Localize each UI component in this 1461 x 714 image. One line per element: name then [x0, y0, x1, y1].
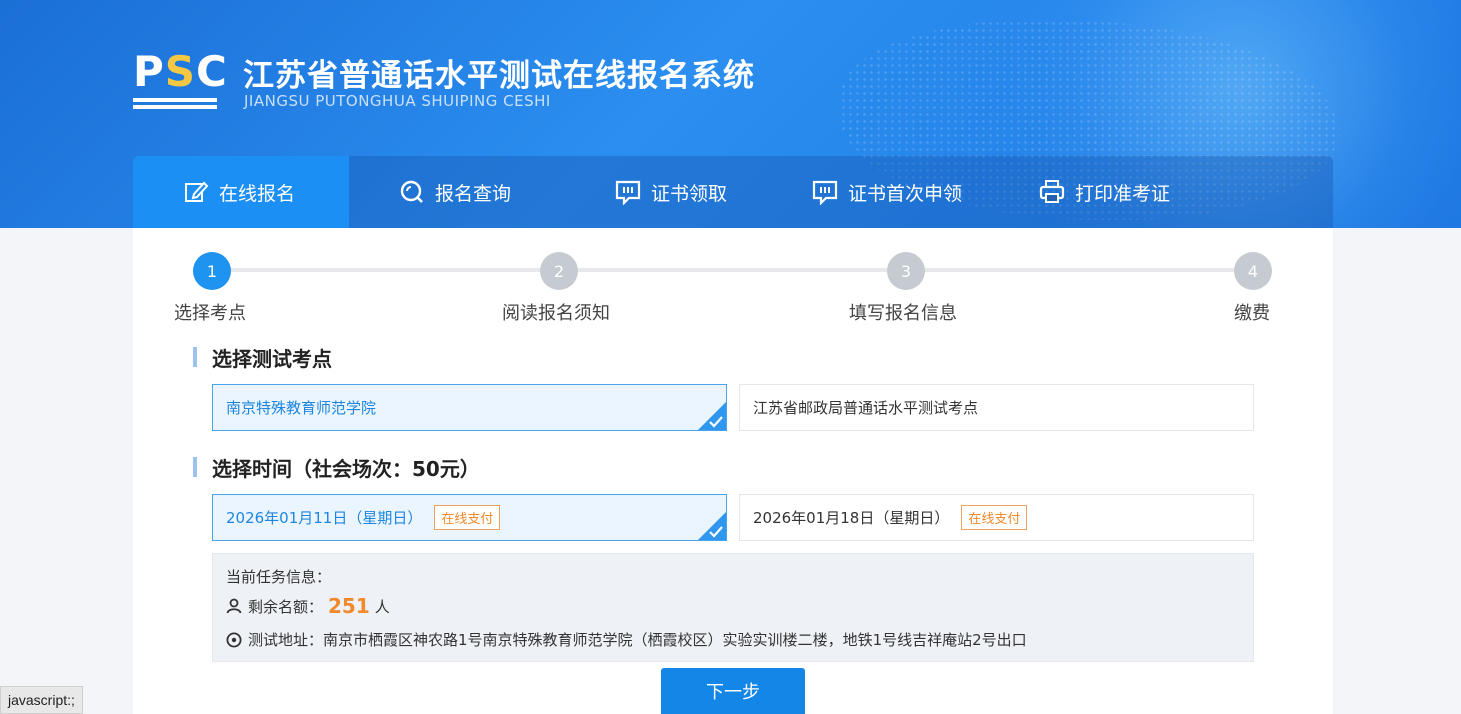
address-row: 测试地址： 南京市栖霞区神农路1号南京特殊教育师范学院（栖霞校区）实验实训楼二楼… [226, 629, 1027, 650]
next-button[interactable]: 下一步 [661, 668, 805, 714]
site-header: PSC 江苏省普通话水平测试在线报名系统 JIANGSU PUTONGHUA S… [0, 0, 1461, 228]
remaining-unit: 人 [374, 597, 390, 616]
nav-registration-query[interactable]: 报名查询 [399, 156, 511, 228]
step-label-3: 填写报名信息 [849, 303, 957, 324]
nav-certificate-first-apply[interactable]: 证书首次申领 [812, 156, 962, 228]
main-nav: 在线报名 报名查询 证书领取 证书首次申领 打印准考证 [133, 156, 1333, 228]
step-circle-4: 4 [1234, 252, 1272, 290]
remaining-label: 剩余名额： [248, 597, 324, 616]
logo-letter-p: P [133, 47, 165, 96]
nav-label: 打印准考证 [1075, 182, 1171, 205]
step-label-1: 选择考点 [174, 303, 246, 324]
user-icon [226, 598, 242, 614]
logo-bar [133, 98, 217, 102]
logo-bar [133, 105, 217, 109]
progress-track [212, 268, 1253, 272]
nav-label: 在线报名 [219, 182, 296, 205]
remaining-quota-row: 剩余名额： 251 人 [226, 594, 390, 618]
site-option[interactable]: 江苏省邮政局普通话水平测试考点 [739, 384, 1254, 431]
time-option-selected[interactable]: 2026年01月11日（星期日） 在线支付 [212, 494, 727, 541]
address-text: 南京市栖霞区神农路1号南京特殊教育师范学院（栖霞校区）实验实训楼二楼，地铁1号线… [323, 631, 1027, 649]
site-option-selected[interactable]: 南京特殊教育师范学院 [212, 384, 727, 431]
step-circle-2: 2 [540, 252, 578, 290]
psc-logo[interactable]: PSC [133, 47, 227, 112]
nav-print-admission[interactable]: 打印准考证 [1039, 156, 1170, 228]
check-icon [698, 512, 726, 540]
payment-badge: 在线支付 [434, 505, 501, 530]
search-icon [400, 180, 423, 203]
edit-icon [185, 181, 209, 202]
time-option-date: 2026年01月11日（星期日） [226, 509, 423, 527]
step-label-2: 阅读报名须知 [502, 303, 610, 324]
nav-certificate-collect[interactable]: 证书领取 [615, 156, 727, 228]
logo-letter-s: S [164, 47, 197, 96]
nav-online-registration[interactable]: 在线报名 [133, 156, 349, 228]
section-title-site: 选择测试考点 [193, 343, 332, 372]
time-option-date: 2026年01月18日（星期日） [753, 509, 950, 527]
step-circle-3: 3 [887, 252, 925, 290]
section-title-time: 选择时间（社会场次：50元） [193, 453, 480, 482]
time-option[interactable]: 2026年01月18日（星期日） 在线支付 [739, 494, 1254, 541]
certificate-icon [812, 180, 838, 205]
logo-letter-c: C [196, 47, 228, 96]
task-info-heading: 当前任务信息： [226, 568, 332, 586]
payment-badge: 在线支付 [961, 505, 1028, 530]
step-label-4: 缴费 [1234, 303, 1270, 324]
site-subtitle: JIANGSU PUTONGHUA SHUIPING CESHI [244, 92, 551, 110]
nav-label: 证书首次申领 [848, 182, 963, 205]
remaining-count: 251 [328, 594, 370, 618]
site-option-label: 江苏省邮政局普通话水平测试考点 [753, 399, 979, 417]
task-info-panel: 当前任务信息： 剩余名额： 251 人 测试地址： 南京市栖霞区神农路1号南京特… [212, 553, 1254, 662]
site-title: 江苏省普通话水平测试在线报名系统 [243, 58, 755, 94]
nav-label: 证书领取 [651, 182, 728, 205]
certificate-icon [615, 180, 641, 205]
address-label: 测试地址： [248, 631, 324, 649]
printer-icon [1039, 180, 1065, 203]
nav-label: 报名查询 [435, 182, 512, 205]
site-option-label: 南京特殊教育师范学院 [226, 399, 377, 417]
location-icon [226, 632, 242, 647]
check-icon [698, 402, 726, 430]
step-circle-1: 1 [193, 252, 231, 290]
status-bar-url: javascript:; [0, 686, 83, 714]
